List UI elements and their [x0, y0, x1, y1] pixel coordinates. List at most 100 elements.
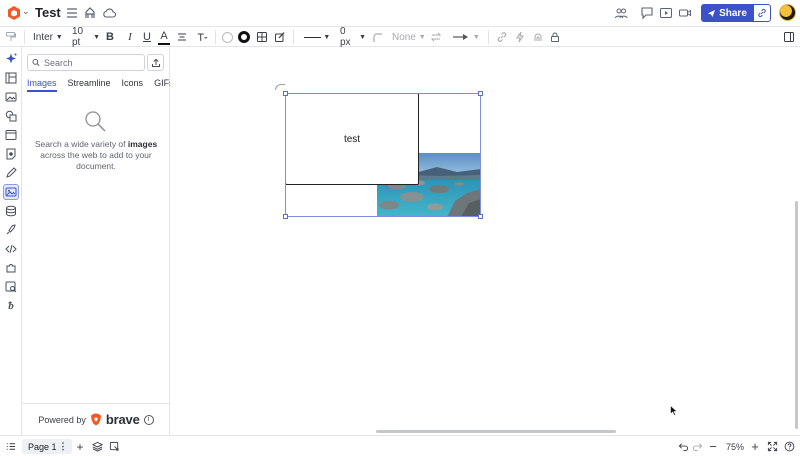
zoom-level[interactable]: 75%	[724, 439, 746, 454]
add-page-icon[interactable]: +	[74, 439, 86, 454]
draw-icon[interactable]	[3, 165, 19, 181]
empty-text-1: Search a wide variety of	[34, 139, 128, 149]
redo-icon[interactable]	[691, 439, 703, 454]
style-icon[interactable]	[273, 29, 287, 45]
frame-icon[interactable]	[3, 127, 19, 143]
tab-streamline[interactable]: Streamline	[68, 78, 111, 92]
font-size-select[interactable]: 10 pt ▼	[72, 26, 100, 48]
caret-down-icon: ▼	[359, 33, 366, 41]
shapes-icon[interactable]	[3, 108, 19, 124]
sticky-note-icon[interactable]	[3, 146, 19, 162]
image-search-box[interactable]	[27, 54, 145, 71]
data-icon[interactable]	[532, 29, 544, 45]
corner-style-icon[interactable]	[372, 29, 384, 45]
line-color-button[interactable]	[237, 29, 251, 45]
text-color-button[interactable]: A	[158, 29, 170, 45]
search-icon	[32, 59, 40, 67]
mouse-cursor-icon	[670, 405, 678, 416]
send-icon	[707, 9, 716, 17]
panel-toggle-icon[interactable]	[782, 29, 796, 45]
photo-frame-icon[interactable]	[3, 89, 19, 105]
info-icon[interactable]: i	[143, 414, 154, 425]
rocket-icon[interactable]	[3, 222, 19, 238]
menu-icon[interactable]	[64, 5, 80, 21]
copy-link-button[interactable]	[753, 4, 771, 22]
page-menu-icon[interactable]: ⋮	[59, 439, 68, 454]
font-family-select[interactable]: Inter ▼	[33, 29, 67, 45]
resize-handle-ne[interactable]	[478, 91, 483, 96]
tab-images[interactable]: Images	[27, 78, 57, 92]
tab-icons[interactable]: Icons	[122, 78, 144, 92]
empty-text-bold: images	[127, 139, 158, 149]
page-tab-label: Page 1	[28, 441, 57, 452]
caret-down-icon: ▼	[418, 33, 426, 41]
line-width-select[interactable]: 0 px ▼	[340, 26, 366, 48]
present-icon[interactable]	[658, 5, 674, 21]
shape-options-icon[interactable]	[255, 29, 269, 45]
italic-button[interactable]: I	[124, 29, 136, 45]
vertical-scrollbar[interactable]	[795, 201, 798, 429]
align-center-icon[interactable]	[176, 29, 188, 45]
comments-icon[interactable]	[639, 5, 655, 21]
avatar[interactable]	[779, 4, 796, 21]
import-icon[interactable]	[3, 279, 19, 295]
page-list-icon[interactable]	[4, 439, 16, 454]
code-icon[interactable]	[3, 241, 19, 257]
images-panel: Images Streamline Icons GIFs Search a wi…	[22, 47, 174, 435]
images-icon[interactable]	[3, 184, 19, 200]
powered-by-brave: Powered by brave i	[22, 403, 170, 435]
swap-arrows-icon[interactable]	[430, 29, 442, 45]
resize-handle-sw[interactable]	[283, 214, 288, 219]
layout-icon[interactable]	[3, 70, 19, 86]
cloud-saved-icon[interactable]	[101, 5, 117, 21]
fit-screen-icon[interactable]	[766, 439, 778, 454]
share-button[interactable]: Share	[701, 4, 753, 22]
brand-b-icon[interactable]: ᵬ	[3, 298, 19, 314]
collaborators-icon[interactable]	[613, 5, 629, 21]
bold-button[interactable]: B	[104, 29, 116, 45]
layers-icon[interactable]	[91, 439, 103, 454]
zoom-out-icon[interactable]: −	[707, 439, 719, 454]
zoom-in-icon[interactable]: +	[749, 439, 761, 454]
database-icon[interactable]	[3, 203, 19, 219]
video-icon[interactable]	[677, 5, 693, 21]
caret-down-icon: ▼	[93, 33, 100, 41]
format-toolbar: Inter ▼ 10 pt ▼ B I U A ▼ 0 px ▼ None ▼ …	[0, 26, 800, 48]
templates-icon[interactable]	[82, 5, 98, 21]
fill-color-button[interactable]	[220, 29, 234, 45]
font-family-value: Inter	[33, 31, 54, 43]
powered-by-label: Powered by	[38, 414, 86, 425]
brave-wordmark: brave	[105, 412, 140, 427]
arrow-start-select[interactable]: None ▼	[392, 29, 426, 45]
lock-icon[interactable]	[549, 29, 561, 45]
text-options-icon[interactable]	[194, 29, 210, 45]
chevron-down-icon[interactable]: ⌄	[22, 6, 30, 17]
format-painter-icon[interactable]	[4, 29, 18, 45]
page-settings-icon[interactable]	[108, 439, 120, 454]
undo-icon[interactable]	[677, 439, 689, 454]
resize-handle-nw[interactable]	[283, 91, 288, 96]
resize-handle-se[interactable]	[478, 214, 483, 219]
link-icon[interactable]	[496, 29, 508, 45]
horizontal-scrollbar[interactable]	[376, 430, 616, 433]
lucid-logo-icon[interactable]	[7, 6, 21, 20]
document-title[interactable]: Test	[35, 5, 61, 20]
divider	[488, 30, 489, 44]
underline-button[interactable]: U	[141, 29, 153, 45]
line-width-value: 0 px	[340, 26, 351, 48]
help-icon[interactable]	[783, 439, 795, 454]
canvas[interactable]: test	[170, 47, 800, 435]
arrow-start-value: None	[392, 31, 416, 43]
image-search-input[interactable]	[44, 57, 144, 68]
left-rail: ᵬ	[0, 47, 22, 435]
rotate-handle[interactable]	[275, 84, 285, 90]
action-icon[interactable]	[514, 29, 526, 45]
arrow-end-select[interactable]: ▼	[451, 29, 481, 45]
upload-button[interactable]	[147, 54, 164, 71]
line-style-select[interactable]: ▼	[303, 29, 331, 45]
integrations-icon[interactable]	[3, 260, 19, 276]
divider	[293, 30, 294, 44]
caret-down-icon: ▼	[472, 33, 480, 41]
bottom-bar: Page 1 ⋮ + − 75% +	[0, 435, 800, 456]
ai-sparkle-icon[interactable]	[3, 51, 19, 67]
